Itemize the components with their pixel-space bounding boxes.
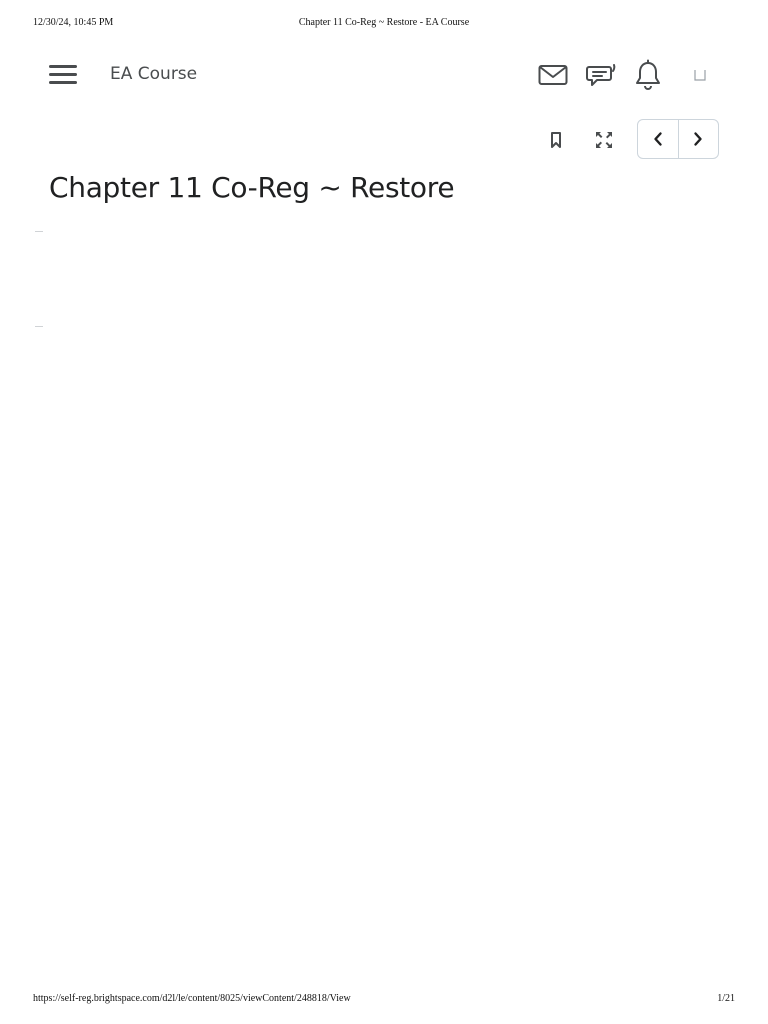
content-toolbar [0, 119, 768, 161]
print-header: 12/30/24, 10:45 PM Chapter 11 Co-Reg ~ R… [33, 17, 735, 31]
divider [35, 231, 43, 232]
hamburger-menu-icon[interactable] [49, 65, 77, 85]
chat-icon[interactable] [584, 58, 618, 92]
print-url: https://self-reg.brightspace.com/d2l/le/… [33, 993, 351, 1004]
print-document-title: Chapter 11 Co-Reg ~ Restore - EA Course [298, 17, 470, 28]
chevron-left-icon[interactable] [638, 120, 678, 158]
page-title: Chapter 11 Co-Reg ~ Restore [49, 171, 455, 204]
bookmark-icon[interactable] [541, 125, 571, 155]
bell-icon[interactable] [631, 58, 665, 92]
mail-icon[interactable] [536, 58, 570, 92]
fullscreen-icon[interactable] [589, 125, 619, 155]
divider [35, 326, 43, 327]
print-page-indicator: 1/21 [717, 993, 735, 1004]
chevron-right-icon[interactable] [677, 120, 719, 158]
user-menu-icon[interactable] [683, 58, 717, 92]
print-footer: https://self-reg.brightspace.com/d2l/le/… [33, 993, 735, 1007]
navbar: EA Course [0, 52, 768, 98]
content-pager [637, 119, 719, 159]
page: 12/30/24, 10:45 PM Chapter 11 Co-Reg ~ R… [0, 0, 768, 1024]
course-title-link[interactable]: EA Course [110, 64, 197, 84]
